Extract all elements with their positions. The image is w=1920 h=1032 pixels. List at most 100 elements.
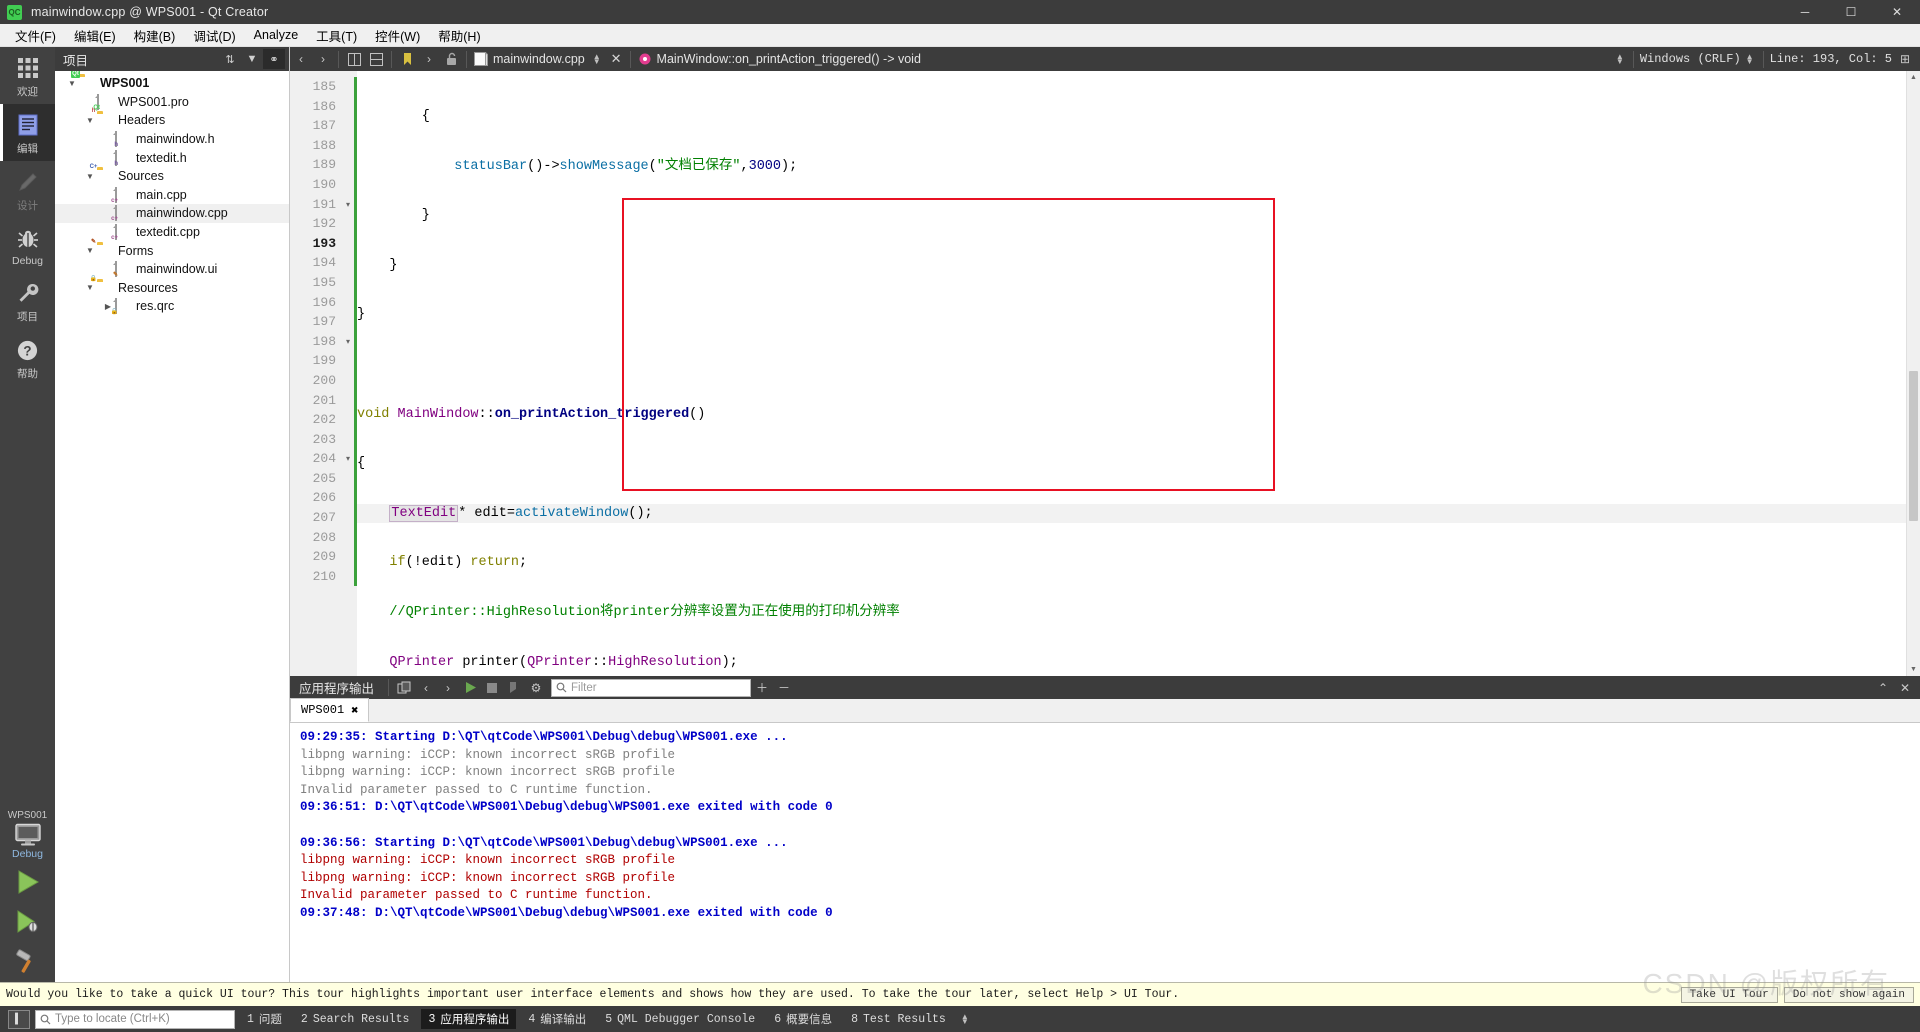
line-number: 208: [312, 529, 336, 545]
link-with-editor-button[interactable]: ⚭: [263, 49, 285, 69]
menu-analyze[interactable]: Analyze: [245, 25, 307, 45]
status-tab-issues[interactable]: 1 问题: [240, 1009, 289, 1029]
open-file-combo[interactable]: mainwindow.cpp ▲ ▼: [471, 48, 607, 70]
code-line: {: [357, 456, 366, 472]
chevron-down-icon[interactable]: ▼: [83, 116, 97, 125]
editor-vertical-scrollbar[interactable]: ▲ ▼: [1906, 71, 1920, 676]
fold-marker-191[interactable]: ▾: [342, 195, 354, 215]
chevron-down-icon[interactable]: ▼: [83, 246, 97, 255]
maximize-button[interactable]: ☐: [1828, 0, 1874, 24]
status-tab-label: 编译输出: [540, 1014, 587, 1027]
tree-item-sources[interactable]: ▼ C+ Sources: [55, 164, 289, 186]
clean-output-button[interactable]: [503, 677, 525, 698]
minimize-button[interactable]: ─: [1782, 0, 1828, 24]
split-editor-icon[interactable]: [343, 48, 365, 70]
fold-indicator-column[interactable]: ▾ ▾ ▾: [342, 71, 354, 676]
wrench-icon: [14, 279, 42, 307]
filter-button[interactable]: ▼: [241, 49, 263, 69]
code-line: QPrinter printer(QPrinter::HighResolutio…: [389, 654, 738, 670]
mode-edit[interactable]: 编辑: [0, 104, 55, 161]
nav-forward-button[interactable]: ›: [312, 48, 334, 70]
output-filter-input[interactable]: Filter: [551, 678, 752, 697]
mode-help[interactable]: ? 帮助: [0, 329, 55, 386]
output-console[interactable]: 09:29:35: Starting D:\QT\qtCode\WPS001\D…: [290, 723, 1920, 982]
take-ui-tour-button[interactable]: Take UI Tour: [1680, 986, 1778, 1003]
split-pane-button[interactable]: ⊞: [1894, 48, 1916, 70]
tree-item-forms[interactable]: ▼ ✎ Forms: [55, 239, 289, 260]
encoding-spinner[interactable]: ▲ ▼: [1743, 53, 1757, 66]
fold-marker-198[interactable]: ▾: [342, 332, 354, 352]
prev-item-button[interactable]: ‹: [415, 677, 437, 698]
locator-placeholder: Type to locate (Ctrl+K): [55, 1013, 170, 1025]
zoom-out-button[interactable]: －: [773, 677, 795, 698]
run-output-button[interactable]: [459, 677, 481, 698]
menu-window[interactable]: 控件(W): [366, 23, 429, 48]
locator-input[interactable]: Type to locate (Ctrl+K): [35, 1009, 235, 1029]
status-tabs-more-button[interactable]: ▲ ▼: [961, 1013, 969, 1026]
code-text-area[interactable]: { statusBar()->showMessage("文档已保存",3000)…: [357, 71, 1906, 676]
build-button[interactable]: [0, 942, 55, 982]
menu-help[interactable]: 帮助(H): [429, 23, 489, 48]
tree-item-main-cpp[interactable]: c+ main.cpp: [55, 186, 289, 205]
status-tab-test-results[interactable]: 8 Test Results: [844, 1011, 953, 1028]
next-item-button[interactable]: ›: [437, 677, 459, 698]
code-line: statusBar()->showMessage("文档已保存",3000);: [454, 158, 798, 174]
unlock-icon[interactable]: [440, 48, 462, 70]
status-tab-search-results[interactable]: 2 Search Results: [294, 1011, 417, 1028]
tree-item-wps001[interactable]: ▼ Qt WPS001: [55, 71, 289, 93]
bookmark-icon[interactable]: [396, 48, 418, 70]
line-ending-spinner[interactable]: ▲ ▼: [1613, 53, 1627, 66]
chevron-right-icon[interactable]: ›: [418, 48, 440, 70]
fold-marker-204[interactable]: ▾: [342, 449, 354, 469]
do-not-show-again-button[interactable]: Do not show again: [1783, 986, 1914, 1003]
mode-welcome[interactable]: 欢迎: [0, 47, 55, 104]
tree-item-headers[interactable]: ▼ h Headers: [55, 108, 289, 130]
settings-gear-button[interactable]: ⚙: [525, 677, 547, 698]
scroll-up-arrow-icon[interactable]: ▲: [1907, 71, 1920, 84]
close-output-pane-button[interactable]: ✕: [1894, 677, 1916, 698]
tree-item-resources[interactable]: ▼ 🔒 Resources: [55, 276, 289, 298]
status-tab-compile-output[interactable]: 4 编译输出: [521, 1009, 593, 1029]
toggle-sidebar-button[interactable]: ▍: [8, 1009, 30, 1029]
fold-marker-211[interactable]: [342, 567, 354, 587]
menu-tools[interactable]: 工具(T): [307, 23, 366, 48]
scroll-down-arrow-icon[interactable]: ▼: [1907, 663, 1920, 676]
status-tab-application-output[interactable]: 3 应用程序输出: [421, 1009, 517, 1029]
zoom-in-button[interactable]: ＋: [751, 677, 773, 698]
scrollbar-thumb[interactable]: [1909, 371, 1918, 521]
qt-pro-file-icon: Qt: [93, 93, 113, 111]
file-combo-spinner[interactable]: ▲ ▼: [590, 53, 604, 66]
mode-debug[interactable]: Debug: [0, 218, 55, 272]
chevron-down-icon[interactable]: ▼: [83, 283, 97, 292]
unsplit-editor-icon[interactable]: [365, 48, 387, 70]
mode-projects[interactable]: 项目: [0, 272, 55, 329]
menu-edit[interactable]: 编辑(E): [65, 23, 125, 48]
run-button[interactable]: [0, 862, 55, 902]
sort-toggle-button[interactable]: ⇅: [219, 49, 241, 69]
output-tab-wps001[interactable]: WPS001 ✖: [290, 698, 370, 722]
tree-item-mainwindow-cpp[interactable]: c+ mainwindow.cpp: [55, 204, 289, 223]
close-file-button[interactable]: ✕: [607, 51, 626, 67]
code-editor[interactable]: 185 186 187 188 189 190 191 192 193 194 …: [290, 71, 1920, 676]
open-in-new-window-button[interactable]: [393, 677, 415, 698]
close-button[interactable]: ✕: [1874, 0, 1920, 24]
nav-back-button[interactable]: ‹: [290, 48, 312, 70]
line-ending-label[interactable]: Windows (CRLF): [1640, 52, 1741, 66]
status-tab-qml-debugger-console[interactable]: 5 QML Debugger Console: [598, 1011, 762, 1028]
chevron-down-icon[interactable]: ▼: [83, 172, 97, 181]
kit-selector-button[interactable]: WPS001 Debug: [8, 806, 47, 862]
stop-output-button[interactable]: [481, 677, 503, 698]
menu-debug[interactable]: 调试(D): [184, 23, 244, 48]
chevron-down-icon[interactable]: ▼: [65, 79, 79, 88]
fold-marker: [342, 77, 354, 97]
tree-item-mainwindow-h[interactable]: h mainwindow.h: [55, 130, 289, 149]
symbol-combo[interactable]: MainWindow::on_printAction_triggered() -…: [634, 48, 924, 70]
status-tab-general-messages[interactable]: 6 概要信息: [767, 1009, 839, 1029]
debug-run-button[interactable]: [0, 902, 55, 942]
console-line: libpng warning: iCCP: known incorrect sR…: [300, 870, 676, 885]
menu-build[interactable]: 构建(B): [125, 23, 185, 48]
minimize-output-pane-button[interactable]: ⌃: [1872, 677, 1894, 698]
menu-file[interactable]: 文件(F): [6, 23, 65, 48]
tree-item-res-qrc[interactable]: ▶ 🔒 res.qrc: [55, 297, 289, 316]
close-icon[interactable]: ✖: [351, 703, 358, 718]
